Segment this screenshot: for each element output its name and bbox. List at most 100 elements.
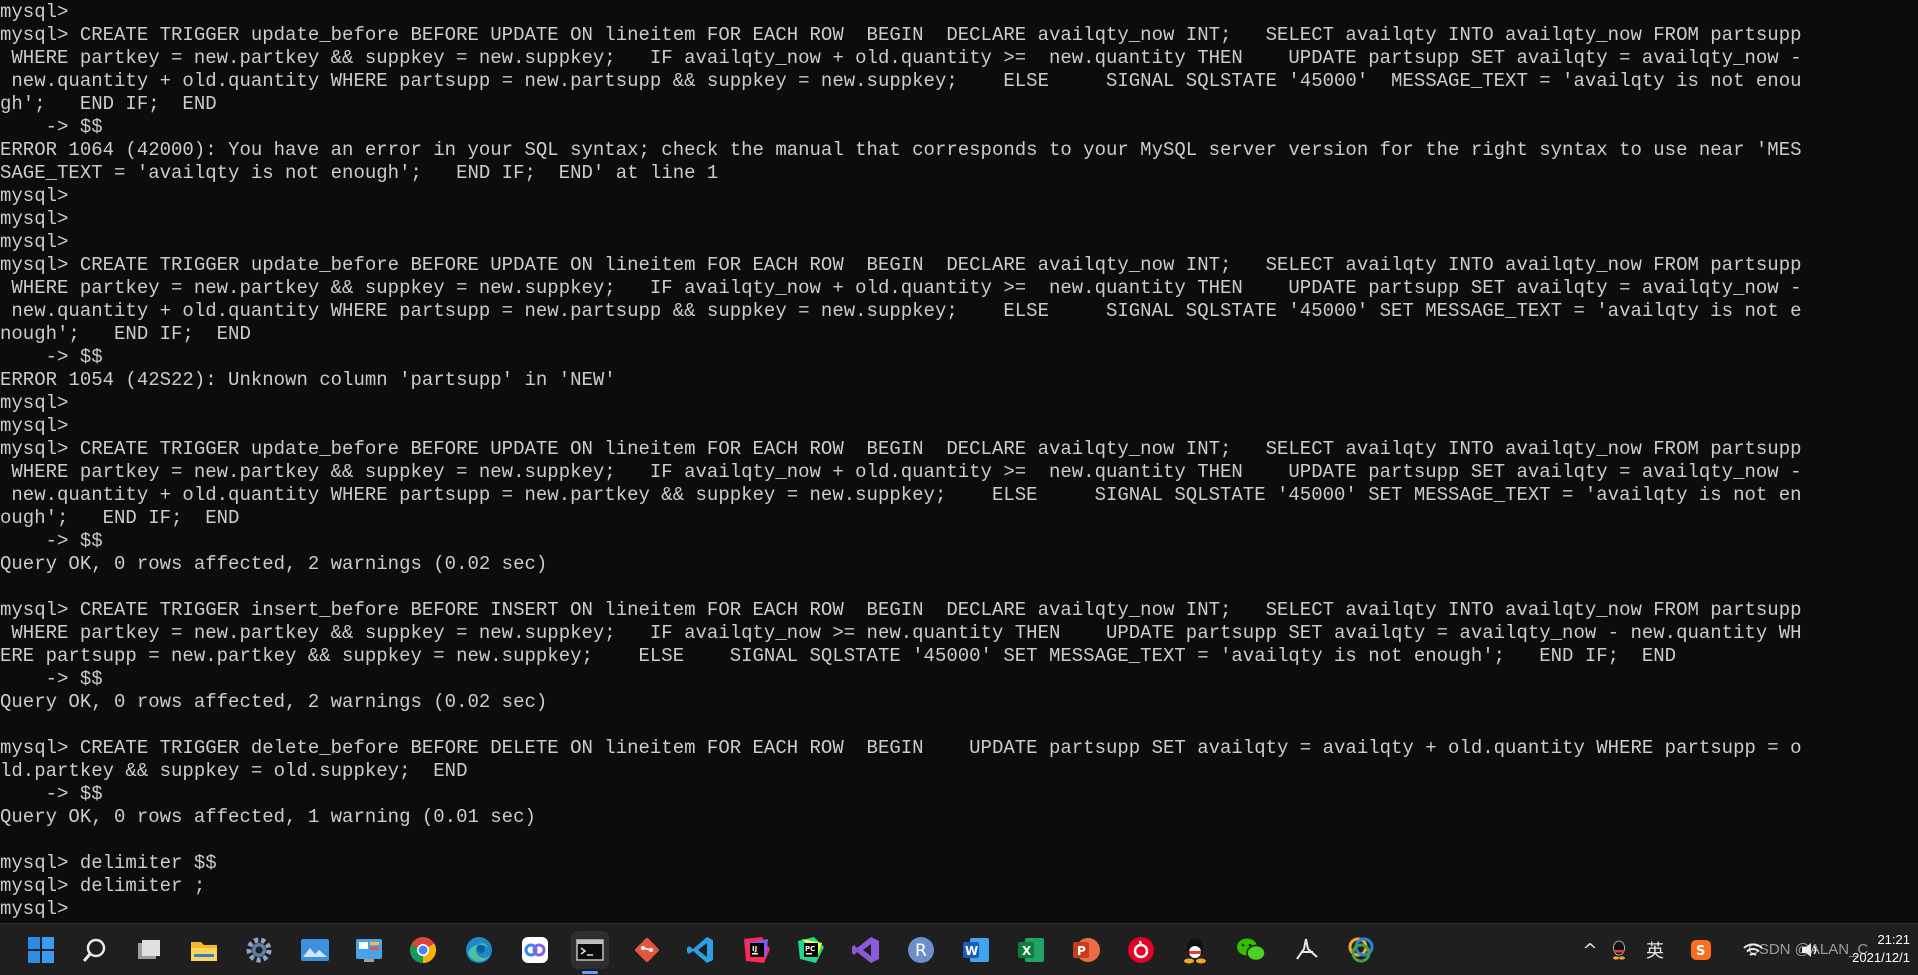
svg-text:IJ: IJ (752, 945, 757, 953)
svg-text:X: X (1022, 944, 1032, 958)
r-language-icon: R (908, 937, 934, 963)
terminal-button[interactable] (571, 931, 609, 974)
acrobat-button[interactable] (1287, 931, 1325, 969)
search-icon (82, 938, 106, 962)
terminal-line: Query OK, 0 rows affected, 2 warnings (0… (0, 553, 548, 575)
word-button[interactable]: W (957, 931, 995, 969)
terminal-line: mysql> delimiter $$ (0, 852, 217, 874)
task-view-button[interactable] (130, 931, 168, 969)
photos-icon (301, 939, 329, 961)
powerpoint-button[interactable]: P (1067, 931, 1105, 969)
system-clock[interactable]: 21:21 2021/12/1 (1838, 931, 1910, 967)
terminal-line: WHERE partkey = new.partkey && suppkey =… (0, 277, 1802, 299)
file-explorer-icon (191, 942, 217, 961)
svg-text:W: W (965, 944, 978, 958)
vscode-icon (687, 937, 713, 963)
terminal-line: -> $$ (0, 783, 103, 805)
r-language-button[interactable]: R (902, 931, 940, 969)
terminal-line: new.quantity + old.quantity WHERE partsu… (0, 484, 1802, 506)
terminal-output: mysql> mysql> CREATE TRIGGER update_befor… (0, 1, 1900, 921)
terminal-line: ERE partsupp = new.partkey && suppkey = … (0, 645, 1677, 667)
clock-time: 21:21 (1877, 932, 1910, 947)
terminal-line: WHERE partkey = new.partkey && suppkey =… (0, 47, 1802, 69)
qq-button[interactable] (1176, 931, 1214, 969)
edge-button[interactable] (460, 931, 498, 969)
terminal-window[interactable]: mysql> mysql> CREATE TRIGGER update_befor… (0, 0, 1900, 923)
settings-gear-icon (246, 937, 272, 963)
pycharm-button[interactable]: PC (792, 931, 830, 969)
file-explorer-button[interactable] (185, 931, 223, 969)
terminal-line: WHERE partkey = new.partkey && suppkey =… (0, 622, 1802, 644)
color-app-button[interactable] (1342, 931, 1380, 969)
terminal-line: mysql> CREATE TRIGGER update_before BEFO… (0, 254, 1802, 276)
netease-music-icon (1128, 937, 1154, 963)
tray-app-icon[interactable] (1608, 936, 1630, 964)
acrobat-icon (1296, 938, 1318, 960)
terminal-line: Query OK, 0 rows affected, 1 warning (0.… (0, 806, 536, 828)
terminal-line: mysql> CREATE TRIGGER update_before BEFO… (0, 438, 1802, 460)
word-icon: W (963, 938, 989, 962)
ime-indicator[interactable]: 英 (1641, 936, 1669, 964)
baidu-netdisk-button[interactable] (516, 931, 554, 969)
start-icon (28, 937, 54, 963)
terminal-line: ERROR 1064 (42000): You have an error in… (0, 139, 1802, 161)
excel-button[interactable]: X (1012, 931, 1050, 969)
edge-icon (466, 937, 492, 963)
photos-button[interactable] (296, 931, 334, 969)
svg-text:P: P (1077, 944, 1086, 958)
git-icon (635, 938, 659, 962)
terminal-line: ld.partkey && suppkey = old.suppkey; END (0, 760, 468, 782)
vscode-button[interactable] (682, 931, 720, 969)
terminal-line: -> $$ (0, 530, 103, 552)
terminal-line: mysql> (0, 898, 69, 920)
terminal-line: mysql> (0, 208, 69, 230)
terminal-line: SAGE_TEXT = 'availqty is not enough'; EN… (0, 162, 719, 184)
terminal-line: -> $$ (0, 668, 103, 690)
intellij-idea-icon: IJ (744, 937, 770, 963)
powerpoint-icon: P (1073, 938, 1100, 962)
baidu-netdisk-icon (522, 937, 548, 963)
wechat-button[interactable] (1232, 931, 1270, 969)
search-button[interactable] (76, 931, 114, 969)
excel-icon: X (1018, 938, 1044, 962)
netease-music-button[interactable] (1122, 931, 1160, 969)
tray-overflow-chevron-icon[interactable]: ^ (1580, 936, 1600, 964)
terminal-line: mysql> CREATE TRIGGER delete_before BEFO… (0, 737, 1802, 759)
visual-studio-icon (852, 937, 879, 963)
visual-studio-button[interactable] (847, 931, 885, 969)
sogou-input-icon[interactable]: S (1687, 936, 1715, 964)
terminal-line: new.quantity + old.quantity WHERE partsu… (0, 300, 1802, 322)
terminal-line: WHERE partkey = new.partkey && suppkey =… (0, 461, 1802, 483)
color-app-icon (1348, 937, 1374, 963)
svg-text:S: S (1696, 944, 1705, 959)
terminal-line: -> $$ (0, 116, 103, 138)
clock-date: 2021/12/1 (1852, 950, 1910, 965)
start-button[interactable] (22, 931, 60, 969)
terminal-line: gh'; END IF; END (0, 93, 217, 115)
chrome-button[interactable] (404, 931, 442, 969)
terminal-line: new.quantity + old.quantity WHERE partsu… (0, 70, 1802, 92)
terminal-line: nough'; END IF; END (0, 323, 251, 345)
intellij-button[interactable]: IJ (738, 931, 776, 969)
terminal-line: mysql> delimiter ; (0, 875, 206, 897)
terminal-line: mysql> (0, 231, 69, 253)
terminal-line: mysql> CREATE TRIGGER update_before BEFO… (0, 24, 1802, 46)
terminal-line: mysql> (0, 1, 69, 23)
terminal-line: mysql> CREATE TRIGGER insert_before BEFO… (0, 599, 1802, 621)
git-button[interactable] (628, 931, 666, 969)
control-panel-button[interactable] (350, 931, 388, 969)
terminal-line: ERROR 1054 (42S22): Unknown column 'part… (0, 369, 616, 391)
terminal-line: mysql> (0, 415, 69, 437)
terminal-icon (576, 939, 604, 961)
pycharm-icon: PC (798, 937, 824, 963)
terminal-line: -> $$ (0, 346, 103, 368)
task-view-icon (138, 940, 160, 959)
control-panel-icon (356, 939, 382, 962)
qq-tray-icon (1613, 940, 1625, 960)
settings-button[interactable] (240, 931, 278, 969)
qq-icon (1184, 938, 1206, 964)
svg-text:R: R (915, 941, 927, 961)
